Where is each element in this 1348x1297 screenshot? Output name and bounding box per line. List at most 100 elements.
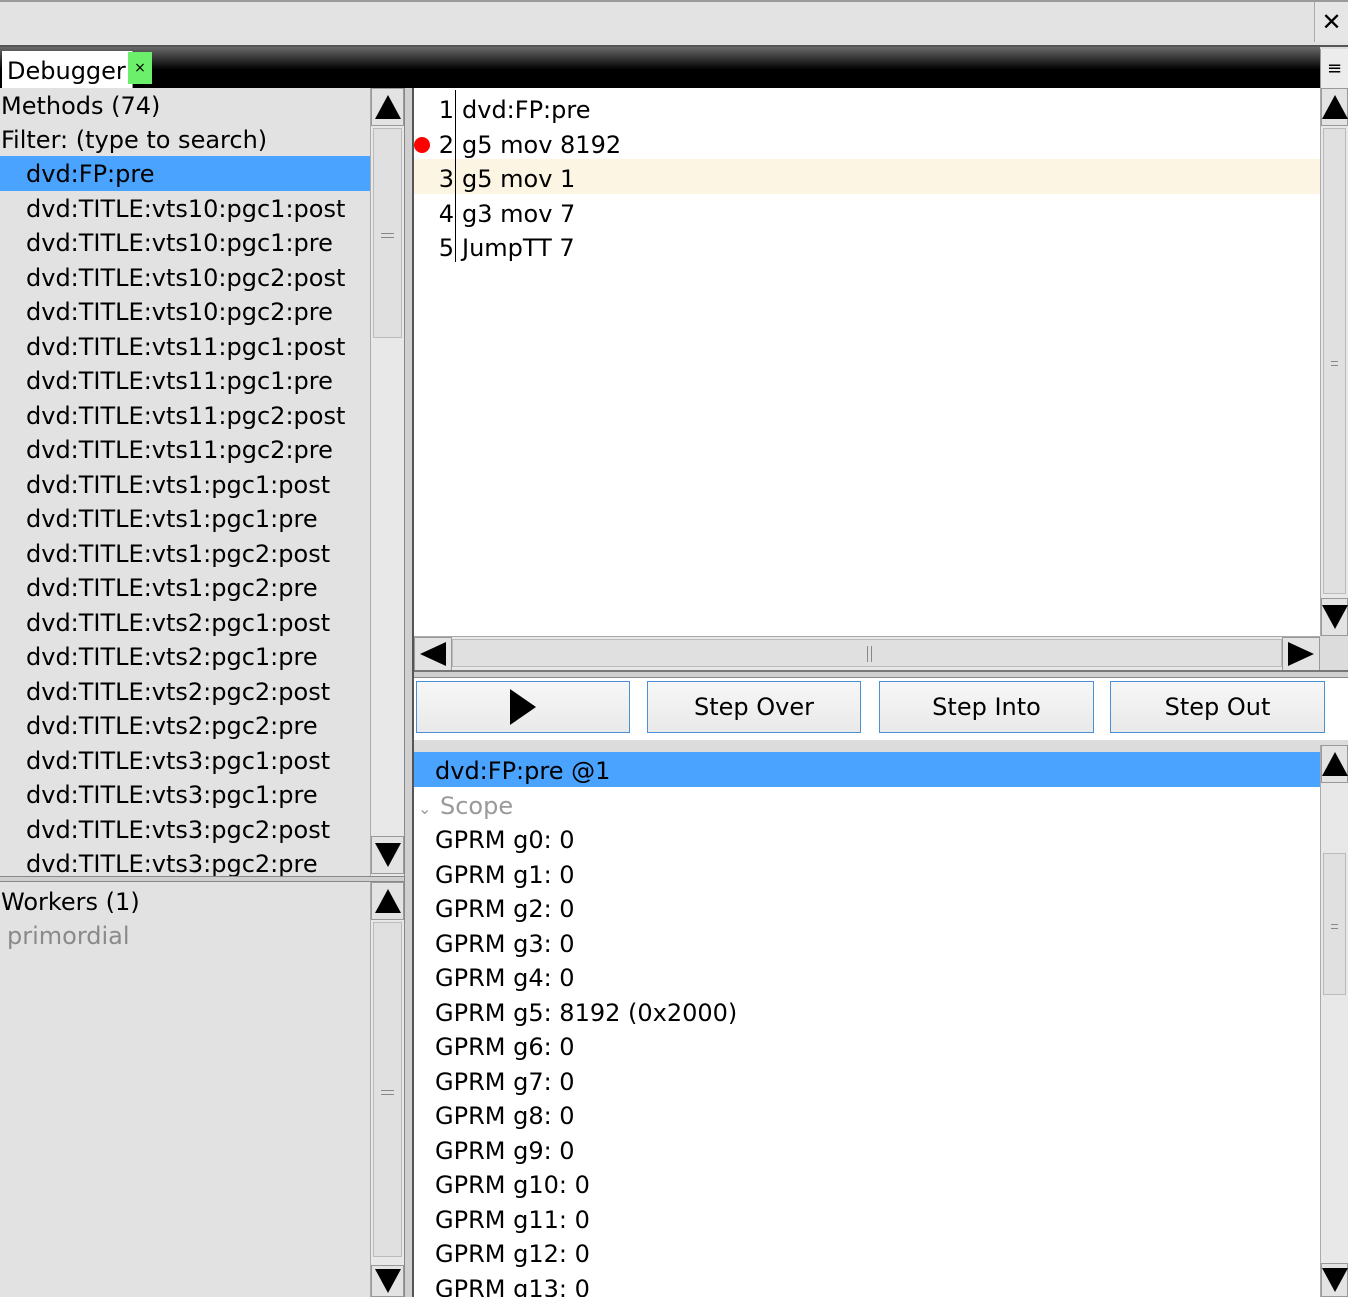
main-vertical-splitter[interactable] bbox=[404, 88, 414, 1297]
scroll-right-button[interactable] bbox=[1282, 637, 1320, 671]
step-out-button[interactable]: Step Out bbox=[1110, 681, 1325, 733]
arrow-up-icon bbox=[374, 95, 401, 119]
line-number[interactable]: 5 bbox=[414, 228, 454, 268]
tab-close-icon[interactable]: × bbox=[128, 52, 152, 84]
window-title-bar bbox=[0, 0, 1348, 47]
arrow-up-icon bbox=[1321, 95, 1348, 119]
method-item[interactable]: dvd:TITLE:vts11:pgc2:pre bbox=[0, 432, 370, 467]
code-vertical-scrollbar[interactable] bbox=[1320, 88, 1348, 636]
code-text: JumpTT 7 bbox=[462, 234, 575, 262]
variable-item[interactable]: GPRM g0: 0 bbox=[414, 821, 1320, 856]
code-line[interactable]: 2 g5 mov 8192 bbox=[414, 125, 1320, 160]
method-item[interactable]: dvd:TITLE:vts2:pgc1:post bbox=[0, 605, 370, 640]
tab-debugger[interactable]: Debugger bbox=[2, 51, 133, 88]
methods-scrollbar[interactable] bbox=[370, 88, 404, 878]
variable-item[interactable]: GPRM g5: 8192 (0x2000) bbox=[414, 994, 1320, 1029]
arrow-right-icon bbox=[1288, 642, 1314, 666]
worker-item[interactable]: primordial bbox=[0, 918, 370, 952]
variable-item[interactable]: GPRM g3: 0 bbox=[414, 925, 1320, 960]
scroll-thumb[interactable] bbox=[452, 639, 1282, 667]
code-line[interactable]: 3 g5 mov 1 bbox=[414, 159, 1320, 194]
variable-item[interactable]: GPRM g6: 0 bbox=[414, 1028, 1320, 1063]
scroll-down-button[interactable] bbox=[371, 1265, 404, 1297]
arrow-up-icon bbox=[1321, 752, 1348, 776]
code-line[interactable]: 5 JumpTT 7 bbox=[414, 228, 1320, 263]
methods-header: Methods (74) bbox=[1, 92, 161, 120]
method-item[interactable]: dvd:TITLE:vts2:pgc1:pre bbox=[0, 639, 370, 674]
tab-strip: Debugger bbox=[0, 47, 1320, 88]
variables-list: GPRM g0: 0 GPRM g1: 0 GPRM g2: 0 GPRM g3: 0… bbox=[414, 821, 1320, 1297]
arrow-down-icon bbox=[1321, 605, 1348, 629]
scroll-left-button[interactable] bbox=[414, 637, 452, 671]
method-item[interactable]: dvd:TITLE:vts1:pgc2:post bbox=[0, 536, 370, 571]
grip-icon bbox=[867, 646, 872, 662]
scroll-thumb[interactable] bbox=[373, 128, 402, 338]
scope-label: Scope bbox=[440, 791, 514, 820]
variable-item[interactable]: GPRM g13: 0 bbox=[414, 1270, 1320, 1297]
method-item[interactable]: dvd:TITLE:vts2:pgc2:post bbox=[0, 674, 370, 709]
method-item[interactable]: dvd:TITLE:vts10:pgc2:post bbox=[0, 260, 370, 295]
play-icon bbox=[510, 689, 536, 725]
scroll-thumb[interactable] bbox=[1323, 853, 1346, 995]
method-item[interactable]: dvd:TITLE:vts1:pgc1:post bbox=[0, 467, 370, 502]
panel-menu-icon[interactable]: ≡ bbox=[1320, 49, 1348, 88]
methods-list: dvd:FP:pre dvd:TITLE:vts10:pgc1:post dvd:T… bbox=[0, 156, 370, 878]
scroll-down-button[interactable] bbox=[1321, 598, 1348, 636]
code-line[interactable]: 1 dvd:FP:pre bbox=[414, 90, 1320, 125]
grip-icon bbox=[381, 1089, 394, 1095]
code-line[interactable]: 4 g3 mov 7 bbox=[414, 194, 1320, 229]
code-editor[interactable]: 1 dvd:FP:pre 2 g5 mov 8192 3 g5 mov 1 4 g3 mov … bbox=[414, 88, 1320, 636]
method-item[interactable]: dvd:TITLE:vts3:pgc2:pre bbox=[0, 846, 370, 878]
step-into-button[interactable]: Step Into bbox=[879, 681, 1094, 733]
scroll-down-button[interactable] bbox=[1321, 1263, 1348, 1297]
variable-item[interactable]: GPRM g4: 0 bbox=[414, 959, 1320, 994]
window-close-button[interactable]: ✕ bbox=[1314, 2, 1348, 42]
arrow-down-icon bbox=[1321, 1268, 1348, 1292]
method-item[interactable]: dvd:TITLE:vts3:pgc1:pre bbox=[0, 777, 370, 812]
variable-item[interactable]: GPRM g12: 0 bbox=[414, 1235, 1320, 1270]
method-item[interactable]: dvd:FP:pre bbox=[0, 156, 370, 191]
code-lines: 1 dvd:FP:pre 2 g5 mov 8192 3 g5 mov 1 4 g3 mov … bbox=[414, 88, 1320, 263]
scroll-up-button[interactable] bbox=[1321, 745, 1348, 783]
code-horizontal-scrollbar[interactable] bbox=[414, 636, 1320, 671]
continue-button[interactable] bbox=[416, 681, 630, 733]
variable-item[interactable]: GPRM g11: 0 bbox=[414, 1201, 1320, 1236]
method-item[interactable]: dvd:TITLE:vts1:pgc2:pre bbox=[0, 570, 370, 605]
method-item[interactable]: dvd:TITLE:vts11:pgc2:post bbox=[0, 398, 370, 433]
method-item[interactable]: dvd:TITLE:vts2:pgc2:pre bbox=[0, 708, 370, 743]
variable-item[interactable]: GPRM g10: 0 bbox=[414, 1166, 1320, 1201]
variable-item[interactable]: GPRM g2: 0 bbox=[414, 890, 1320, 925]
variables-scrollbar[interactable] bbox=[1320, 745, 1348, 1297]
method-item[interactable]: dvd:TITLE:vts11:pgc1:pre bbox=[0, 363, 370, 398]
scroll-up-button[interactable] bbox=[371, 88, 404, 126]
methods-filter-input[interactable]: Filter: (type to search) bbox=[0, 122, 370, 156]
right-panel-splitter[interactable] bbox=[414, 670, 1348, 678]
scroll-up-button[interactable] bbox=[1321, 88, 1348, 126]
method-item[interactable]: dvd:TITLE:vts10:pgc1:post bbox=[0, 191, 370, 226]
debugger-window: ✕ Debugger × ≡ Methods (74) Filter: (typ… bbox=[0, 0, 1348, 1297]
scroll-up-button[interactable] bbox=[371, 882, 404, 920]
scroll-down-button[interactable] bbox=[371, 836, 404, 874]
scroll-thumb[interactable] bbox=[1323, 128, 1346, 594]
variables-panel: dvd:FP:pre @1 ⌄ Scope GPRM g0: 0 GPRM g1: … bbox=[414, 752, 1320, 1297]
grip-icon bbox=[1331, 924, 1338, 929]
arrow-up-icon bbox=[374, 889, 401, 913]
method-item[interactable]: dvd:TITLE:vts10:pgc1:pre bbox=[0, 225, 370, 260]
workers-scrollbar[interactable] bbox=[370, 882, 404, 1297]
variable-item[interactable]: GPRM g9: 0 bbox=[414, 1132, 1320, 1167]
arrow-down-icon bbox=[374, 843, 401, 867]
scope-toggle[interactable]: ⌄ Scope bbox=[414, 787, 1320, 822]
method-item[interactable]: dvd:TITLE:vts11:pgc1:post bbox=[0, 329, 370, 364]
method-item[interactable]: dvd:TITLE:vts3:pgc1:post bbox=[0, 743, 370, 778]
variable-item[interactable]: GPRM g8: 0 bbox=[414, 1097, 1320, 1132]
step-over-button[interactable]: Step Over bbox=[647, 681, 861, 733]
variable-item[interactable]: GPRM g7: 0 bbox=[414, 1063, 1320, 1098]
workers-panel: Workers (1) primordial bbox=[0, 882, 370, 1297]
scroll-thumb[interactable] bbox=[373, 922, 402, 1257]
stack-frame[interactable]: dvd:FP:pre @1 bbox=[414, 752, 1320, 787]
method-item[interactable]: dvd:TITLE:vts3:pgc2:post bbox=[0, 812, 370, 847]
variable-item[interactable]: GPRM g1: 0 bbox=[414, 856, 1320, 891]
gutter-divider bbox=[455, 90, 456, 262]
method-item[interactable]: dvd:TITLE:vts10:pgc2:pre bbox=[0, 294, 370, 329]
method-item[interactable]: dvd:TITLE:vts1:pgc1:pre bbox=[0, 501, 370, 536]
